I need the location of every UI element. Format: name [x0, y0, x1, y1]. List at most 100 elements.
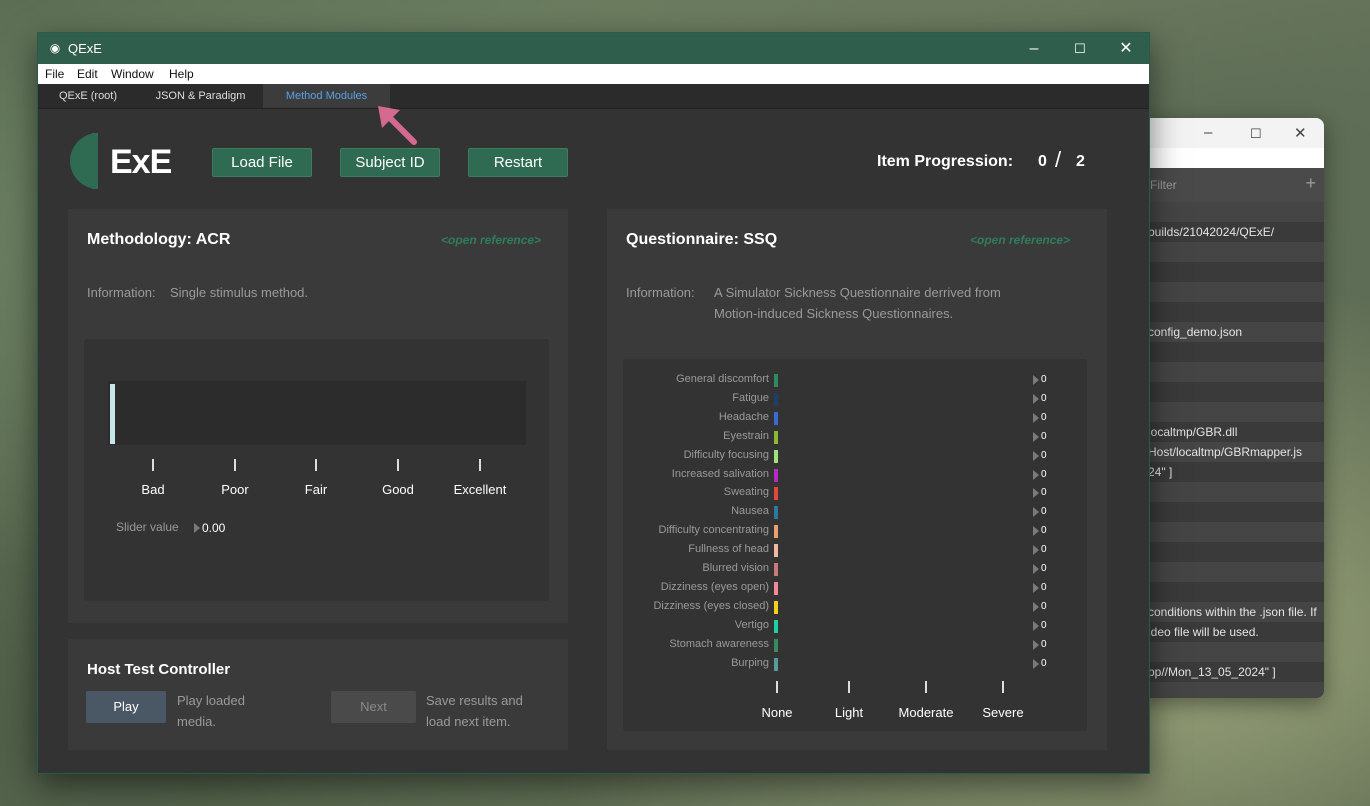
slider-value: 0.00: [202, 521, 226, 535]
scale-tick: [152, 459, 154, 471]
filter-label: Filter: [1150, 178, 1177, 192]
item-progression-label: Item Progression:: [877, 153, 1014, 170]
pointer-arrow-icon: [378, 106, 417, 145]
questionnaire-panel: Questionnaire: SSQ <open reference> Info…: [607, 209, 1107, 750]
ssq-item-slider[interactable]: [774, 506, 778, 520]
acr-rating-area: Bad Poor Fair Good Excellent Slider valu…: [84, 339, 549, 601]
expand-arrow-icon[interactable]: [1033, 526, 1039, 537]
ssq-item-value: 0: [1041, 506, 1047, 518]
bg-list-row: [1140, 382, 1324, 402]
expand-arrow-icon[interactable]: [1033, 488, 1039, 499]
methodology-open-reference[interactable]: <open reference>: [441, 233, 541, 247]
ssq-item-value: 0: [1041, 619, 1047, 631]
minimize-icon[interactable]: –: [1204, 124, 1212, 141]
bg-list-row: ideo file will be used.: [1148, 625, 1259, 639]
bg-filter-bar[interactable]: Filter +: [1140, 168, 1324, 202]
window-title: QExE: [68, 41, 102, 56]
ssq-item-slider[interactable]: [774, 581, 778, 595]
expand-arrow-icon[interactable]: [1033, 507, 1039, 518]
minimize-button[interactable]: –: [1011, 33, 1057, 64]
menu-file[interactable]: File: [45, 67, 64, 81]
ssq-item-value: 0: [1041, 563, 1047, 574]
questionnaire-info-text-line1: A Simulator Sickness Questionnaire derri…: [714, 285, 1001, 300]
maximize-icon[interactable]: ☐: [1250, 126, 1262, 142]
bg-window-titlebar: – ☐ ✕: [1140, 118, 1324, 148]
play-button[interactable]: Play: [86, 691, 166, 723]
tab-qexe-root[interactable]: QExE (root): [38, 84, 138, 108]
expand-arrow-icon[interactable]: [194, 523, 200, 533]
restart-button[interactable]: Restart: [468, 148, 568, 177]
ssq-item-slider[interactable]: [774, 525, 778, 539]
bg-list-row: [1140, 482, 1324, 502]
acr-slider-handle[interactable]: [110, 384, 115, 444]
ssq-item-label: Blurred vision: [702, 562, 769, 574]
bg-list-row: [1140, 582, 1324, 602]
ssq-item-slider[interactable]: [774, 411, 778, 425]
scale-label-good: Good: [382, 482, 414, 497]
expand-arrow-icon[interactable]: [1033, 601, 1039, 612]
ssq-item-value: 0: [1041, 657, 1047, 669]
scale-label-fair: Fair: [304, 482, 328, 497]
tab-method-modules[interactable]: Method Modules: [263, 84, 390, 108]
ssq-item-label: Increased salivation: [671, 467, 769, 480]
ssq-item-value: 0: [1041, 468, 1047, 480]
bg-list-row: [1140, 302, 1324, 322]
expand-arrow-icon[interactable]: [1033, 393, 1039, 404]
scale-tick: [234, 459, 236, 471]
slider-value-label: Slider value: [116, 520, 179, 534]
ssq-scale-tick: [776, 681, 778, 693]
expand-arrow-icon[interactable]: [1033, 412, 1039, 423]
bg-list-row: Host/localtmp/GBRmapper.js: [1140, 442, 1324, 462]
progress-current: 0: [1038, 153, 1047, 170]
scale-label-bad: Bad: [141, 482, 165, 497]
menu-help[interactable]: Help: [169, 67, 194, 81]
expand-arrow-icon[interactable]: [1033, 620, 1039, 631]
ssq-item-slider[interactable]: [774, 600, 778, 614]
ssq-item-value: 0: [1041, 449, 1047, 461]
menu-edit[interactable]: Edit: [77, 67, 98, 81]
ssq-item-label: Dizziness (eyes closed): [653, 599, 769, 612]
methodology-panel: Methodology: ACR <open reference> Inform…: [68, 209, 568, 623]
expand-arrow-icon[interactable]: [1033, 658, 1039, 669]
maximize-button[interactable]: ☐: [1057, 33, 1103, 64]
expand-arrow-icon[interactable]: [1033, 564, 1039, 574]
add-icon[interactable]: +: [1305, 173, 1316, 194]
bg-list-row: config_demo.json: [1140, 322, 1324, 342]
expand-arrow-icon[interactable]: [1033, 431, 1039, 442]
ssq-item-slider[interactable]: [774, 449, 778, 463]
menu-bar: File Edit Window Help: [38, 64, 1149, 84]
host-controller-title: Host Test Controller: [87, 661, 231, 678]
expand-arrow-icon[interactable]: [1033, 639, 1039, 650]
ssq-item-slider[interactable]: [774, 563, 778, 576]
close-icon[interactable]: ✕: [1294, 124, 1307, 142]
ssq-item-slider[interactable]: [774, 544, 778, 558]
bg-list-row: [1140, 362, 1324, 382]
subject-id-button[interactable]: Subject ID: [340, 148, 440, 177]
ssq-item-slider[interactable]: [774, 468, 778, 482]
ssq-item-value: 0: [1041, 392, 1047, 404]
next-button[interactable]: Next: [331, 691, 416, 723]
ssq-item-slider[interactable]: [774, 657, 778, 671]
tab-json-paradigm[interactable]: JSON & Paradigm: [138, 84, 263, 108]
ssq-item-slider[interactable]: [774, 430, 778, 444]
questionnaire-open-reference[interactable]: <open reference>: [970, 233, 1070, 247]
ssq-item-slider[interactable]: [774, 374, 778, 387]
ssq-item-slider[interactable]: [774, 392, 778, 406]
ssq-item-slider[interactable]: [774, 487, 778, 501]
ssq-item-slider[interactable]: [774, 619, 778, 633]
expand-arrow-icon[interactable]: [1033, 450, 1039, 461]
bg-list-row: [1140, 282, 1324, 302]
load-file-button[interactable]: Load File: [212, 148, 312, 177]
expand-arrow-icon[interactable]: [1033, 582, 1039, 593]
expand-arrow-icon[interactable]: [1033, 375, 1039, 385]
bg-list-row: [1140, 562, 1324, 582]
expand-arrow-icon[interactable]: [1033, 545, 1039, 556]
close-button[interactable]: ✕: [1103, 33, 1149, 64]
title-bar: ◉ QExE – ☐ ✕: [38, 33, 1149, 64]
menu-window[interactable]: Window: [111, 67, 154, 81]
bg-window-menubar: [1140, 148, 1324, 168]
acr-slider-track[interactable]: [108, 381, 526, 445]
ssq-item-slider[interactable]: [774, 638, 778, 652]
ssq-item-label: Sweating: [723, 486, 769, 499]
expand-arrow-icon[interactable]: [1033, 469, 1039, 480]
